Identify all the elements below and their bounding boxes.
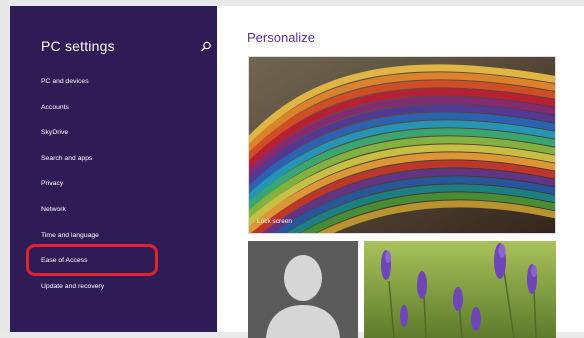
- lavender-photo-tile[interactable]: [364, 241, 556, 338]
- lock-screen-image: [249, 57, 555, 233]
- sidebar-item-accounts[interactable]: Accounts: [41, 102, 211, 128]
- ease-of-access-highlight-annotation: [26, 244, 158, 276]
- sidebar-item-search-and-apps[interactable]: Search and apps: [41, 153, 211, 179]
- account-picture-tile[interactable]: [248, 241, 358, 338]
- search-icon[interactable]: [199, 40, 213, 54]
- lock-screen-tile[interactable]: Lock screen: [248, 56, 556, 234]
- lock-screen-label: Lock screen: [257, 218, 293, 225]
- lavender-photo: [364, 241, 556, 338]
- sidebar-title: PC settings: [41, 38, 115, 54]
- sidebar-item-update-and-recovery[interactable]: Update and recovery: [41, 281, 211, 307]
- sidebar-item-pc-and-devices[interactable]: PC and devices: [41, 76, 211, 102]
- screenshot-frame: PC settings PC and devices Accounts SkyD…: [0, 0, 584, 338]
- sidebar-item-skydrive[interactable]: SkyDrive: [41, 127, 211, 153]
- sidebar-item-network[interactable]: Network: [41, 204, 211, 230]
- sidebar-item-privacy[interactable]: Privacy: [41, 178, 211, 204]
- settings-sidebar: PC settings PC and devices Accounts SkyD…: [10, 6, 217, 332]
- page-title: Personalize: [247, 30, 315, 45]
- user-silhouette-icon: [248, 241, 358, 338]
- personalize-pane: Personalize Lock screen: [217, 6, 584, 338]
